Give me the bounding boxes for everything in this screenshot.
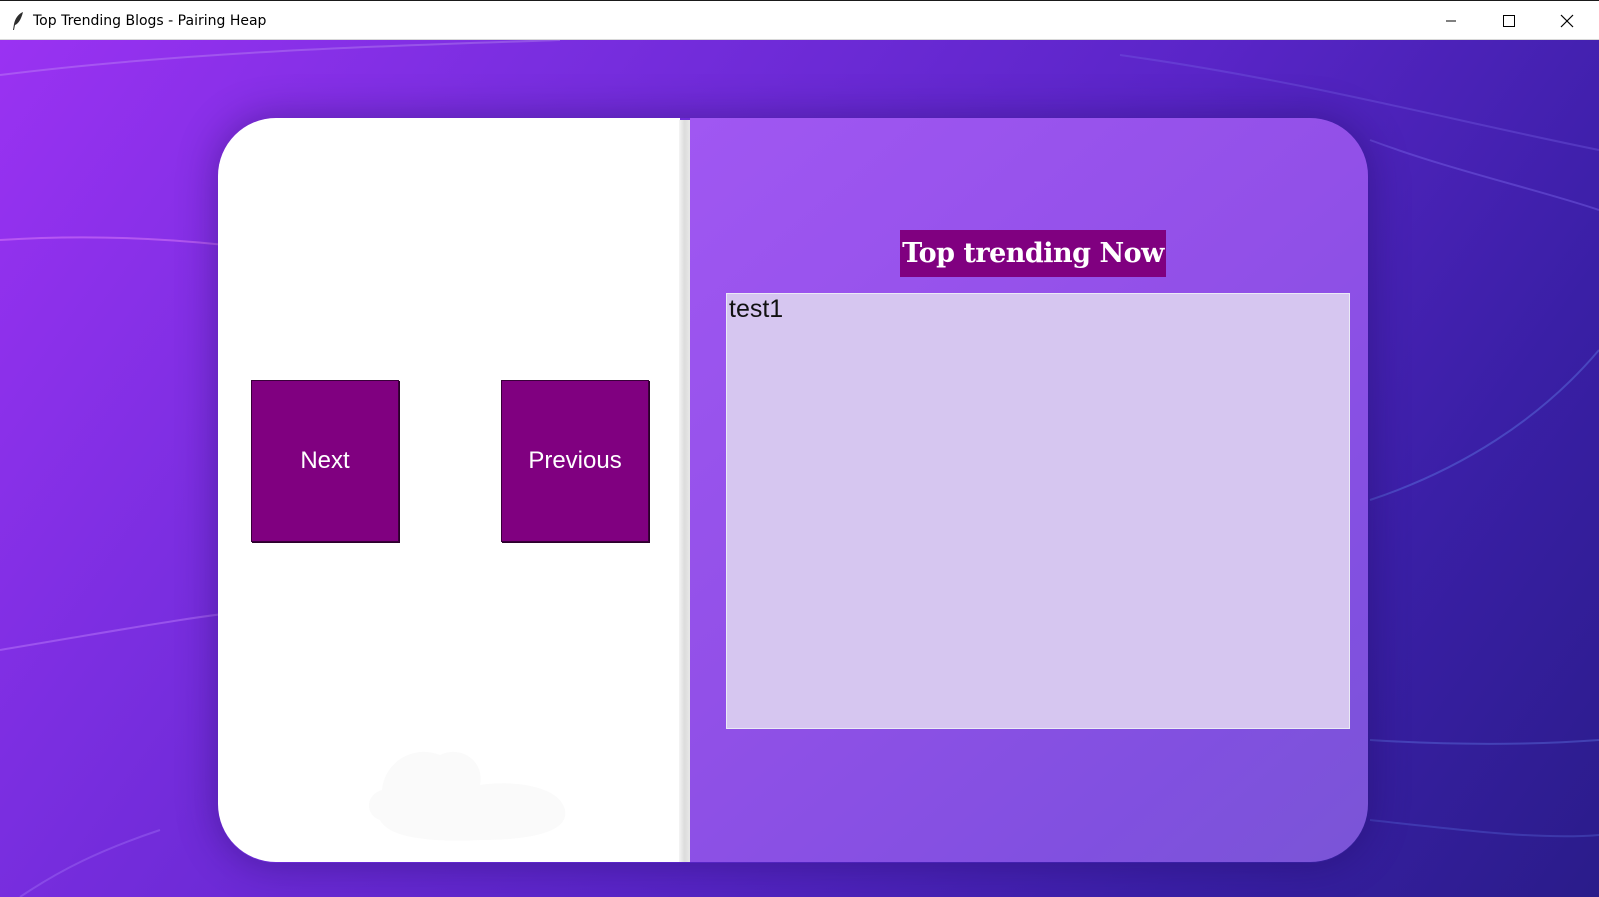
trending-heading: Top trending Now (900, 230, 1166, 277)
next-button[interactable]: Next (251, 380, 399, 542)
main-canvas: Next Previous Top trending Now test1 (0, 40, 1599, 897)
feather-icon (13, 12, 23, 30)
trending-listbox[interactable]: test1 (726, 293, 1350, 729)
app-window: Top Trending Blogs - Pairing Heap Next P… (0, 0, 1599, 897)
maximize-icon (1503, 14, 1515, 27)
maximize-button[interactable] (1480, 1, 1538, 40)
minimize-button[interactable] (1422, 1, 1480, 40)
close-icon (1560, 14, 1574, 27)
cloud-decoration (368, 751, 566, 841)
title-bar[interactable]: Top Trending Blogs - Pairing Heap (0, 0, 1599, 40)
window-title: Top Trending Blogs - Pairing Heap (33, 13, 267, 29)
panel-divider (679, 120, 690, 862)
close-button[interactable] (1538, 1, 1596, 40)
previous-button[interactable]: Previous (501, 380, 649, 542)
list-item[interactable]: test1 (729, 294, 1347, 324)
minimize-icon (1446, 20, 1456, 21)
